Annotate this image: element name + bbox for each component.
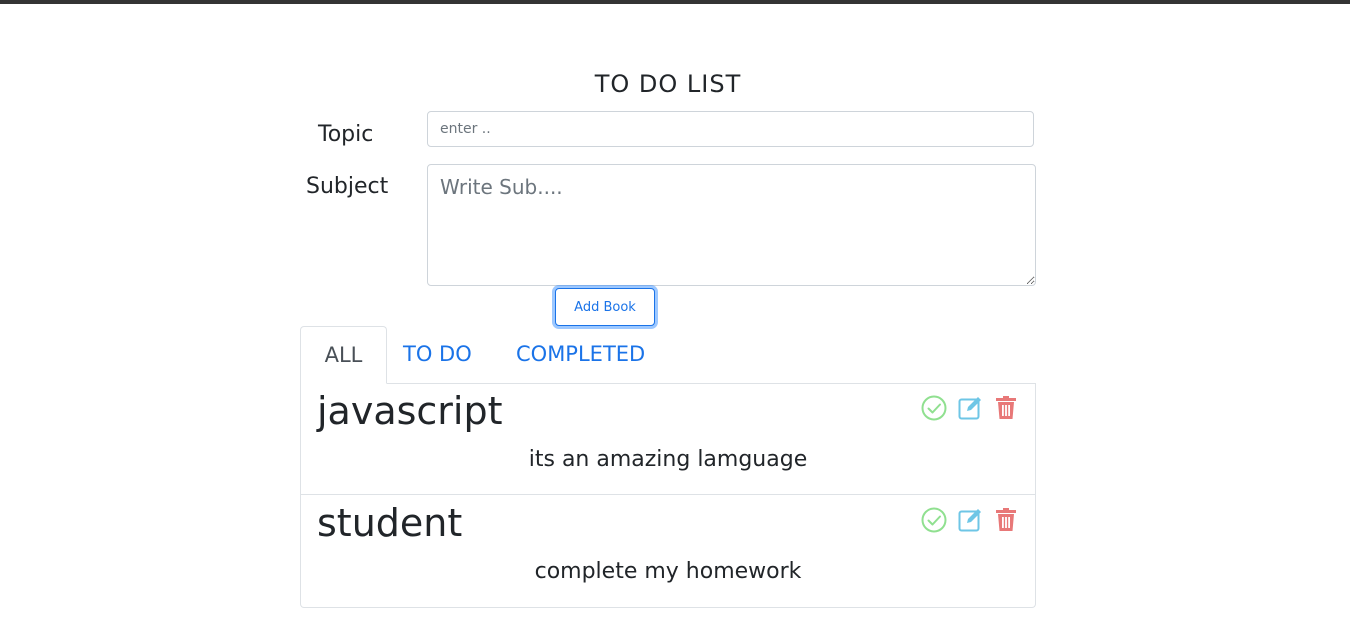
edit-icon[interactable] bbox=[957, 395, 983, 421]
page-title: TO DO LIST bbox=[594, 70, 742, 98]
trash-icon[interactable] bbox=[993, 507, 1019, 533]
add-book-button[interactable]: Add Book bbox=[555, 288, 655, 326]
tab-completed[interactable]: COMPLETED bbox=[516, 326, 645, 383]
edit-icon[interactable] bbox=[957, 507, 983, 533]
list-item: student complete my homework bbox=[301, 495, 1035, 607]
subject-label: Subject bbox=[306, 174, 389, 199]
trash-icon[interactable] bbox=[993, 395, 1019, 421]
subject-textarea[interactable] bbox=[427, 164, 1036, 286]
todo-list: javascript its an amazing lamguage stude… bbox=[300, 383, 1036, 608]
item-subject: complete my homework bbox=[534, 559, 802, 584]
list-item: javascript its an amazing lamguage bbox=[301, 383, 1035, 495]
top-bar bbox=[0, 0, 1350, 4]
topic-input[interactable] bbox=[427, 111, 1034, 147]
check-circle-icon[interactable] bbox=[921, 507, 947, 533]
topic-label: Topic bbox=[318, 122, 374, 147]
item-actions bbox=[921, 395, 1019, 421]
tab-to-do[interactable]: TO DO bbox=[403, 326, 472, 383]
filter-tabs: ALL TO DO COMPLETED bbox=[300, 326, 1036, 384]
tab-all[interactable]: ALL bbox=[300, 326, 387, 384]
item-title: javascript bbox=[317, 389, 503, 433]
item-subject: its an amazing lamguage bbox=[528, 447, 808, 472]
item-actions bbox=[921, 507, 1019, 533]
check-circle-icon[interactable] bbox=[921, 395, 947, 421]
item-title: student bbox=[317, 501, 463, 545]
